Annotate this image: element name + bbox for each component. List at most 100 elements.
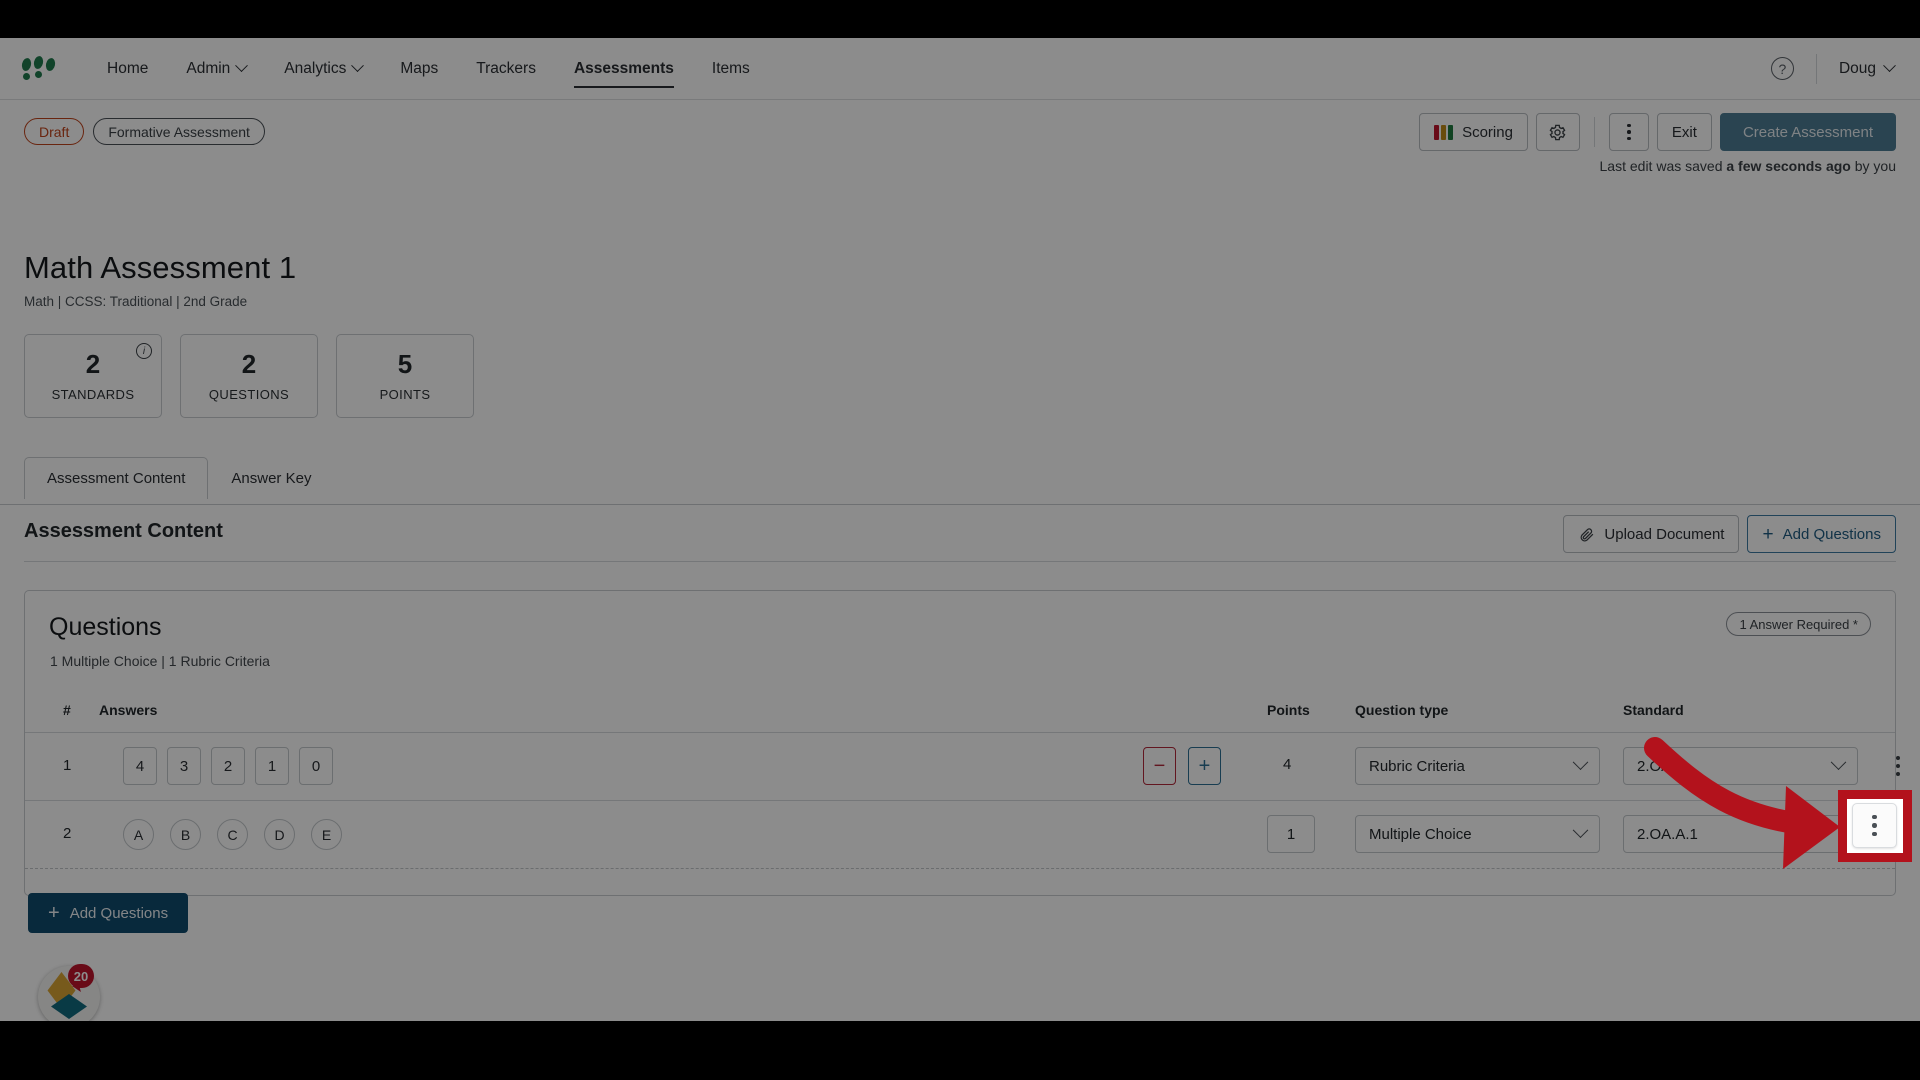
nav-label: Admin: [186, 59, 231, 77]
tab-answer-key[interactable]: Answer Key: [208, 457, 334, 499]
chevron-down-icon: [1883, 59, 1896, 73]
highlighted-row-menu-button[interactable]: [1852, 803, 1897, 848]
chevron-down-icon: [1572, 821, 1589, 838]
dots-logo-icon[interactable]: [20, 54, 58, 82]
questions-table-header: # Answers Points Question type Standard: [25, 694, 1895, 732]
table-row: 2 A B C D E 1 Multiple Choice 2.OA.A.1: [25, 801, 1900, 868]
user-menu-button[interactable]: Doug: [1838, 59, 1896, 78]
paperclip-icon: [1581, 527, 1594, 541]
answer-chip[interactable]: E: [311, 819, 342, 850]
answer-chip[interactable]: 0: [299, 747, 333, 785]
answer-chip[interactable]: A: [123, 819, 154, 850]
col-header-standard: Standard: [1623, 702, 1684, 718]
nav-item-home[interactable]: Home: [88, 38, 167, 100]
plus-icon: +: [1762, 523, 1774, 545]
exit-button[interactable]: Exit: [1656, 113, 1712, 151]
add-criteria-button[interactable]: +: [1188, 747, 1221, 785]
answer-chip[interactable]: 2: [211, 747, 245, 785]
assessment-title-block: Math Assessment 1 Math | CCSS: Tradition…: [24, 250, 296, 309]
scoring-bars-icon: [1434, 124, 1454, 140]
answer-chip-group: 4 3 2 1 0: [123, 747, 333, 785]
standard-select[interactable]: 2.OA.B.: [1623, 747, 1858, 785]
row-menu-button[interactable]: [1885, 749, 1911, 783]
page-title: Math Assessment 1: [24, 250, 297, 285]
status-badge-draft: Draft: [24, 118, 85, 145]
standard-select[interactable]: 2.OA.A.1: [1623, 815, 1858, 853]
question-mark-circle-icon[interactable]: ?: [1770, 57, 1794, 80]
user-name: Doug: [1838, 59, 1876, 77]
upload-document-button[interactable]: Upload Document: [1563, 515, 1740, 553]
upload-label: Upload Document: [1604, 525, 1725, 543]
info-circle-icon[interactable]: i: [136, 343, 152, 359]
stat-label: QUESTIONS: [208, 386, 290, 402]
answer-chip[interactable]: C: [217, 819, 248, 850]
section-heading: Assessment Content: [24, 520, 223, 542]
chevron-down-icon: [351, 59, 365, 73]
header-more-button[interactable]: [1608, 113, 1649, 151]
nav-item-analytics[interactable]: Analytics: [265, 38, 381, 100]
content-tabs: Assessment Content Answer Key: [24, 457, 334, 499]
row-dashed-divider: [25, 868, 1895, 869]
answer-chip[interactable]: 3: [167, 747, 201, 785]
table-row: 1 4 3 2 1 0 − + 4 Rubric Criteria 2.OA.B…: [25, 733, 1900, 800]
question-type-select[interactable]: Multiple Choice: [1355, 815, 1600, 853]
add-questions-label: Add Questions: [1782, 525, 1881, 543]
criteria-stepper: − +: [1143, 747, 1221, 785]
assessment-type-badge: Formative Assessment: [93, 118, 265, 145]
nav-label: Trackers: [476, 59, 536, 77]
tab-assessment-content[interactable]: Assessment Content: [24, 457, 209, 499]
nav-item-assessments[interactable]: Assessments: [555, 38, 693, 100]
answer-chip[interactable]: D: [264, 819, 295, 850]
last-edit-suffix: by you: [1850, 158, 1896, 174]
stat-card-standards: i 2 STANDARDS: [24, 334, 162, 418]
settings-button[interactable]: [1535, 113, 1580, 151]
section-divider: [24, 561, 1896, 562]
answer-chip-group: A B C D E: [123, 819, 342, 850]
nav-label: Analytics: [284, 59, 347, 77]
summary-stat-cards: i 2 STANDARDS 2 QUESTIONS 5 POINTS: [24, 334, 474, 418]
remove-criteria-button[interactable]: −: [1143, 747, 1176, 785]
primary-nav-items: Home Admin Analytics Maps Trackers Asses…: [88, 38, 769, 100]
questions-subtitle: 1 Multiple Choice | 1 Rubric Criteria: [50, 653, 270, 669]
nav-item-items[interactable]: Items: [693, 38, 769, 100]
questions-card: Questions 1 Multiple Choice | 1 Rubric C…: [24, 590, 1900, 896]
tab-underline: [0, 504, 1920, 505]
row-number: 1: [63, 757, 72, 774]
kebab-menu-icon: [1627, 123, 1631, 141]
nav-item-trackers[interactable]: Trackers: [457, 38, 555, 100]
col-header-answers: Answers: [99, 702, 158, 718]
answer-chip[interactable]: 1: [255, 747, 289, 785]
nav-item-admin[interactable]: Admin: [167, 38, 265, 100]
chevron-down-icon: [1830, 753, 1847, 770]
add-questions-label: Add Questions: [69, 904, 169, 922]
add-questions-button-bottom[interactable]: + Add Questions: [28, 893, 189, 933]
questions-title: Questions: [49, 613, 162, 641]
top-navigation-bar: Home Admin Analytics Maps Trackers Asses…: [0, 38, 1920, 100]
scoring-label: Scoring: [1462, 123, 1513, 141]
nav-label: Items: [711, 59, 750, 77]
row-number: 2: [63, 825, 72, 842]
stat-label: STANDARDS: [51, 386, 135, 402]
nav-right-cluster: ? Doug: [1770, 53, 1896, 84]
plus-icon: +: [48, 902, 60, 924]
create-assessment-button[interactable]: Create Assessment: [1719, 113, 1896, 151]
content-action-buttons: Upload Document + Add Questions: [1563, 515, 1896, 553]
chevron-down-icon: [1572, 753, 1589, 770]
chevron-down-icon: [235, 59, 249, 73]
answer-chip[interactable]: 4: [123, 747, 157, 785]
last-edit-status: Last edit was saved a few seconds ago by…: [1600, 158, 1896, 174]
question-type-select[interactable]: Rubric Criteria: [1355, 747, 1600, 785]
help-glyph: ?: [1778, 60, 1787, 77]
answer-chip[interactable]: B: [170, 819, 201, 850]
col-header-qtype: Question type: [1355, 702, 1449, 718]
page-subtitle: Math | CCSS: Traditional | 2nd Grade: [24, 294, 248, 309]
nav-item-maps[interactable]: Maps: [381, 38, 457, 100]
standard-value: 2.OA.A.1: [1637, 825, 1698, 843]
achievement-badge-icon[interactable]: 20: [38, 964, 100, 1021]
col-header-points: Points: [1267, 702, 1310, 718]
scoring-button[interactable]: Scoring: [1419, 113, 1528, 151]
stat-value: 2: [85, 348, 101, 379]
row-points-input[interactable]: 1: [1267, 815, 1315, 853]
question-type-value: Rubric Criteria: [1369, 757, 1465, 775]
add-questions-button-top[interactable]: + Add Questions: [1747, 515, 1896, 553]
